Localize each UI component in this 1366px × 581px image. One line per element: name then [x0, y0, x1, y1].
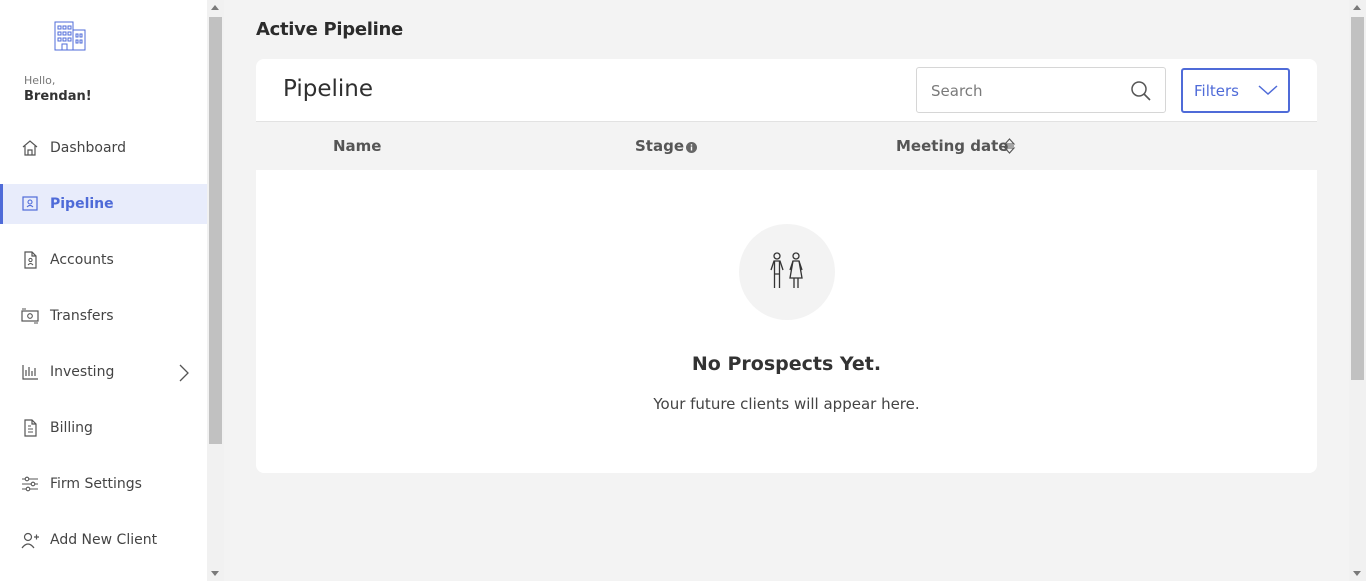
search-input[interactable]	[931, 80, 1121, 102]
people-icon	[770, 252, 803, 288]
sidebar-item-label: Dashboard	[50, 140, 126, 156]
scroll-up-arrow-icon[interactable]	[1353, 5, 1361, 10]
chevron-down-icon	[1258, 85, 1278, 96]
sidebar-item-label: Pipeline	[50, 196, 114, 212]
sidebar-item-billing[interactable]: Billing	[0, 408, 207, 448]
sidebar-item-label: Add New Client	[50, 532, 158, 548]
pipeline-icon	[22, 196, 38, 211]
sidebar: Hello, Brendan! Dashboard Pipeline Accou…	[0, 0, 207, 581]
sidebar-scrollbar[interactable]	[207, 0, 224, 581]
document-icon	[24, 251, 37, 269]
filters-label: Filters	[1194, 82, 1239, 100]
chevron-right-icon	[179, 364, 189, 382]
scroll-down-arrow-icon[interactable]	[1353, 571, 1361, 576]
sidebar-item-label: Billing	[50, 420, 93, 436]
pipeline-card: Pipeline Filters Name Stage Meeting date…	[256, 59, 1317, 473]
sliders-icon	[22, 476, 38, 492]
building-logo-icon	[54, 21, 86, 51]
scroll-down-arrow-icon[interactable]	[211, 571, 219, 576]
sidebar-item-label: Investing	[50, 364, 115, 380]
page-title: Active Pipeline	[256, 19, 403, 40]
empty-state-subtitle: Your future clients will appear here.	[653, 395, 920, 413]
greeting-text: Hello,	[24, 74, 56, 87]
sidebar-item-dashboard[interactable]: Dashboard	[0, 128, 207, 168]
sidebar-item-label: Accounts	[50, 252, 114, 268]
page-scrollbar-thumb[interactable]	[1351, 17, 1364, 380]
column-header-stage: Stage	[635, 137, 685, 155]
column-header-meeting-date[interactable]: Meeting date	[896, 137, 1008, 155]
chart-icon	[22, 365, 38, 380]
sidebar-item-firm-settings[interactable]: Firm Settings	[0, 464, 207, 504]
home-icon	[22, 140, 38, 156]
sidebar-item-transfers[interactable]: Transfers	[0, 296, 207, 336]
empty-state-title: No Prospects Yet.	[691, 353, 882, 375]
search-box[interactable]	[916, 67, 1166, 113]
scroll-up-arrow-icon[interactable]	[211, 5, 219, 10]
sidebar-item-accounts[interactable]: Accounts	[0, 240, 207, 280]
sidebar-item-pipeline[interactable]: Pipeline	[0, 184, 207, 224]
sidebar-item-investing[interactable]: Investing	[0, 352, 207, 392]
money-transfer-icon	[21, 308, 39, 324]
card-title: Pipeline	[283, 76, 374, 102]
sort-icon[interactable]	[1003, 138, 1016, 154]
info-icon[interactable]	[686, 142, 697, 153]
search-icon[interactable]	[1130, 80, 1152, 102]
sidebar-item-label: Firm Settings	[50, 476, 142, 492]
sidebar-item-add-new-client[interactable]: Add New Client	[0, 520, 207, 560]
column-header-name[interactable]: Name	[333, 137, 381, 155]
filters-button[interactable]: Filters	[1181, 68, 1290, 113]
billing-icon	[24, 419, 37, 437]
sidebar-scrollbar-thumb[interactable]	[209, 17, 222, 444]
table-header: Name Stage Meeting date	[256, 121, 1317, 170]
user-name: Brendan!	[24, 89, 92, 104]
empty-state-illustration	[739, 224, 835, 320]
add-user-icon	[21, 532, 39, 549]
page-scrollbar[interactable]	[1349, 0, 1366, 581]
sidebar-item-label: Transfers	[50, 308, 114, 324]
